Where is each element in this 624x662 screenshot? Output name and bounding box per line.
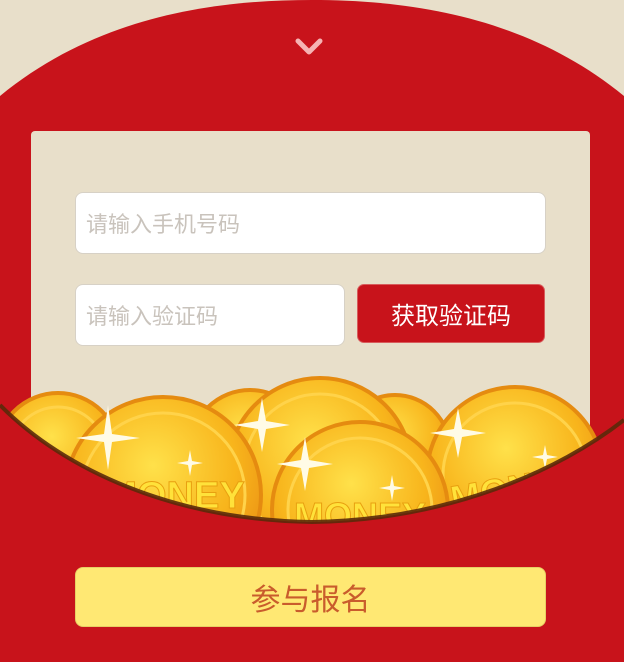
join-button[interactable]: 参与报名 — [75, 567, 546, 627]
coin-lettering: MONEY — [294, 495, 426, 536]
join-button-label: 参与报名 — [250, 583, 371, 618]
gold-coin-icon: MONEY — [425, 385, 605, 522]
coins-illustration: MONEY MONEY MONEY — [0, 376, 624, 536]
red-envelope-page: 请输入手机号码 请输入验证码 获取验证码 MONEY MONEY MONEY 参… — [0, 0, 624, 662]
gold-coin-icon: MONEY — [63, 395, 263, 522]
coin-lettering: MONEY — [105, 475, 244, 517]
